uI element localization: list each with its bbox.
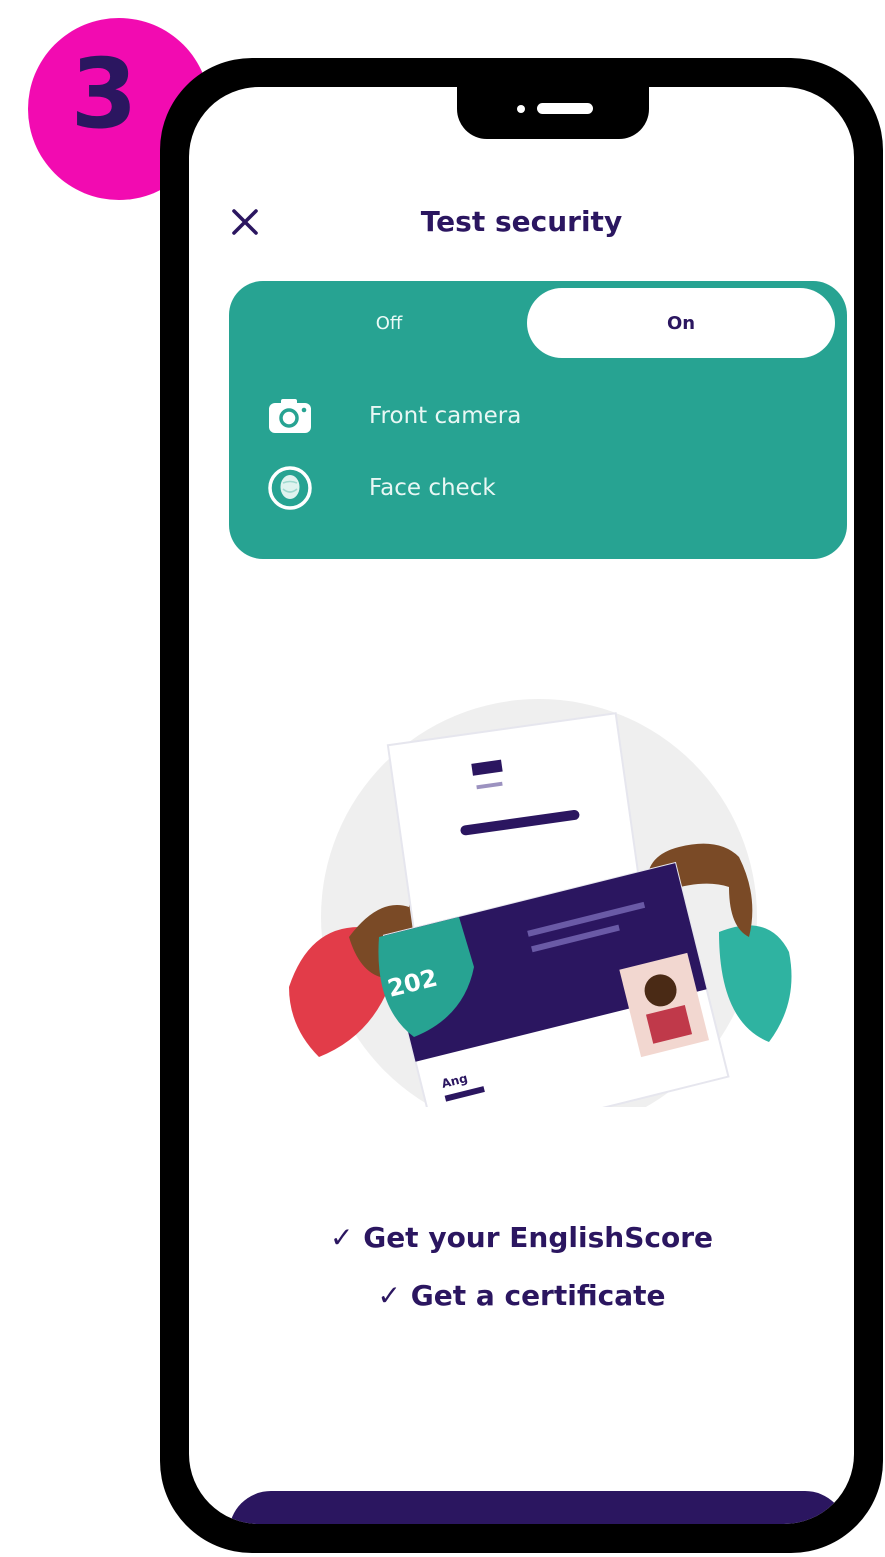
- benefit-certificate: ✓ Get a certificate: [377, 1279, 666, 1312]
- camera-icon: [267, 393, 313, 439]
- page-title: Test security: [420, 205, 623, 238]
- toggle-off-option[interactable]: Off: [249, 288, 529, 358]
- feature-label: Front camera: [369, 403, 522, 429]
- front-sensor-dot: [517, 105, 525, 113]
- phone-notch: [457, 87, 649, 139]
- app-stage: 3 Test security Off On Front camera Face…: [0, 0, 885, 1557]
- next-button[interactable]: Next: [229, 1491, 847, 1524]
- certificate-illustration: Ang 202: [259, 687, 819, 1151]
- toggle-on-option[interactable]: On: [527, 288, 835, 358]
- feature-face-check: Face check: [267, 465, 496, 511]
- test-security-card: Off On Front camera Face check: [229, 281, 847, 559]
- earpiece-speaker: [537, 103, 593, 114]
- feature-label: Face check: [369, 475, 496, 501]
- step-number: 3: [70, 38, 138, 150]
- phone-frame: Test security Off On Front camera Face c…: [160, 58, 883, 1553]
- benefits-list: ✓ Get your EnglishScore ✓ Get a certific…: [189, 1209, 854, 1325]
- face-check-icon: [267, 465, 313, 511]
- benefit-englishscore: ✓ Get your EnglishScore: [330, 1221, 713, 1254]
- feature-front-camera: Front camera: [267, 393, 521, 439]
- phone-screen: Test security Off On Front camera Face c…: [189, 87, 854, 1524]
